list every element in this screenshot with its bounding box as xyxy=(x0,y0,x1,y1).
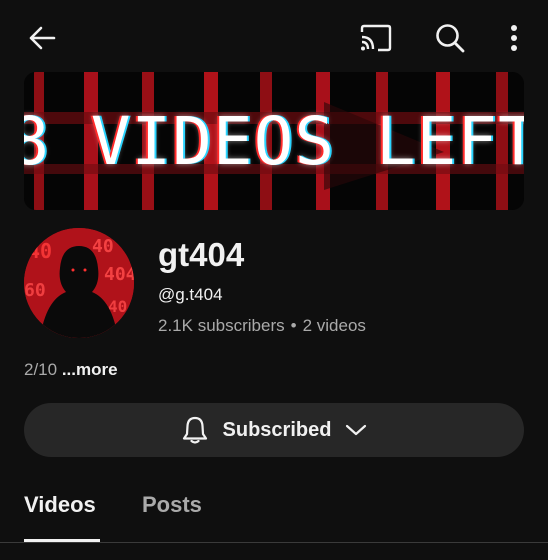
svg-text:40: 40 xyxy=(92,236,114,257)
channel-description[interactable]: 2/10 ...more xyxy=(24,360,118,380)
chevron-down-icon xyxy=(345,423,367,437)
video-count: 2 videos xyxy=(302,316,366,335)
more-options-button[interactable] xyxy=(492,16,536,60)
channel-tabs: Videos Posts xyxy=(0,478,548,560)
svg-text:40: 40 xyxy=(28,239,52,263)
banner-title: 8 VIDEOS LEFT xyxy=(24,102,524,180)
back-arrow-icon xyxy=(29,26,56,50)
channel-banner[interactable]: 8 VIDEOS LEFT xyxy=(24,72,524,210)
stats-separator: • xyxy=(290,316,297,335)
search-icon xyxy=(436,24,465,53)
svg-text:60: 60 xyxy=(24,280,46,301)
top-app-bar xyxy=(0,0,548,72)
more-vert-icon xyxy=(511,25,517,51)
avatar-image: 40 40 404 60 40 xyxy=(24,228,134,338)
channel-page: 8 VIDEOS LEFT 40 40 404 60 40 gt404 @g.t… xyxy=(0,0,548,560)
back-button[interactable] xyxy=(20,16,64,60)
cast-button[interactable] xyxy=(354,16,398,60)
channel-name: gt404 xyxy=(158,236,245,273)
description-text: 2/10 xyxy=(24,360,58,379)
bell-icon xyxy=(181,415,209,445)
subscribed-label: Subscribed xyxy=(222,418,332,441)
subscriber-count: 2.1K subscribers xyxy=(158,316,285,335)
channel-stats: 2.1K subscribers • 2 videos xyxy=(158,316,366,336)
channel-avatar[interactable]: 40 40 404 60 40 xyxy=(24,228,134,338)
subscribed-button[interactable]: Subscribed xyxy=(24,403,524,457)
tabs-divider xyxy=(0,542,548,543)
tab-videos[interactable]: Videos xyxy=(24,492,96,518)
cast-icon xyxy=(360,24,392,52)
tab-posts[interactable]: Posts xyxy=(142,492,202,518)
channel-handle: @g.t404 xyxy=(158,285,223,304)
search-button[interactable] xyxy=(428,16,472,60)
description-more-link[interactable]: ...more xyxy=(62,360,118,379)
svg-text:404: 404 xyxy=(104,264,134,285)
